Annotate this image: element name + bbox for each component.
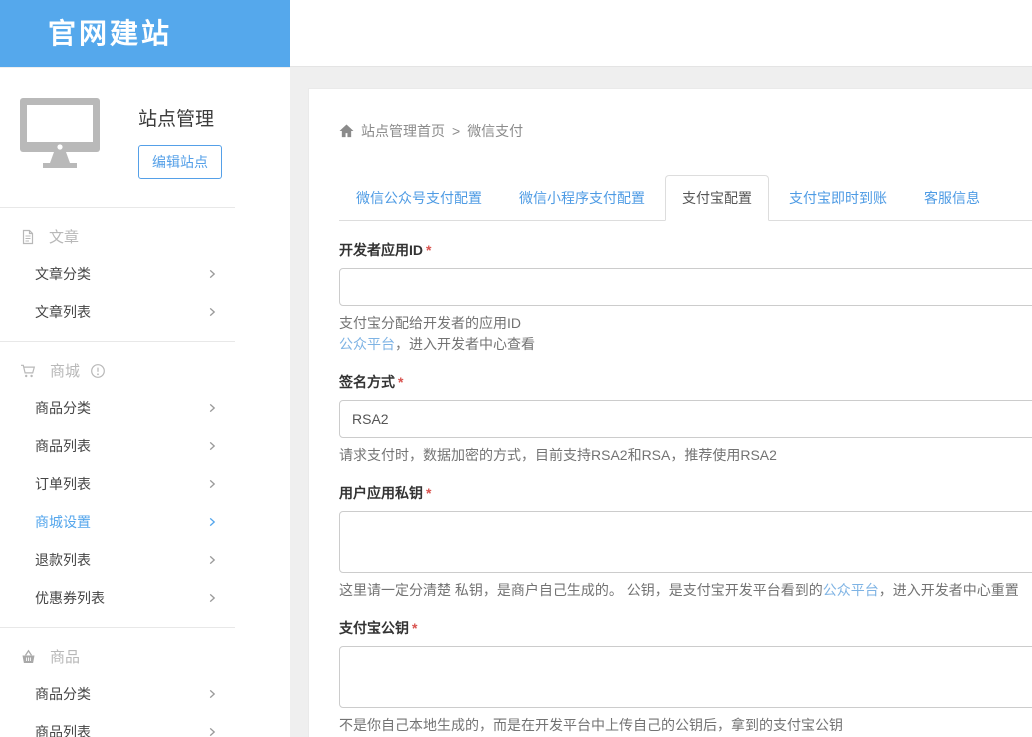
help-text: 不是你自己本地生成的，而是在开发平台中上传自己的公钥后，拿到的支付宝公钥 bbox=[339, 717, 843, 733]
sidebar-item-label: 文章列表 bbox=[35, 302, 91, 322]
sidebar-divider bbox=[0, 207, 235, 208]
field-help-alipay-public-key: 不是你自己本地生成的，而是在开发平台中上传自己的公钥后，拿到的支付宝公钥 bbox=[339, 715, 1032, 736]
tab-alipay-instant-settlement[interactable]: 支付宝即时到账 bbox=[772, 175, 904, 221]
form-group-sign-type: 签名方式* 请求支付时，数据加密的方式，目前支持RSA2和RSA，推荐使用RSA2 bbox=[339, 372, 1032, 466]
field-label-developer-app-id: 开发者应用ID* bbox=[339, 240, 1032, 260]
help-line: 公众平台，进入开发者中心查看 bbox=[339, 334, 1032, 355]
sign-type-input[interactable] bbox=[339, 400, 1032, 438]
sidebar-item-label: 商品分类 bbox=[35, 398, 91, 418]
monitor-icon bbox=[18, 96, 102, 179]
file-icon bbox=[20, 229, 36, 245]
sidebar-item-refund-list[interactable]: 退款列表 bbox=[0, 541, 290, 579]
sidebar-item-goods-category[interactable]: 商品分类 bbox=[0, 675, 290, 713]
help-line: 请求支付时，数据加密的方式，目前支持RSA2和RSA，推荐使用RSA2 bbox=[339, 445, 1032, 466]
breadcrumb-separator: > bbox=[452, 123, 460, 139]
tab-bar: 微信公众号支付配置微信小程序支付配置支付宝配置支付宝即时到账客服信息 bbox=[339, 175, 1032, 221]
sidebar-item-label: 退款列表 bbox=[35, 550, 91, 570]
required-mark: * bbox=[398, 374, 403, 390]
sidebar-section-label: 商品 bbox=[50, 646, 80, 667]
form-group-developer-app-id: 开发者应用ID* 支付宝分配给开发者的应用ID 公众平台，进入开发者中心查看 bbox=[339, 240, 1032, 355]
help-link[interactable]: 公众平台 bbox=[823, 582, 879, 598]
field-label-sign-type: 签名方式* bbox=[339, 372, 1032, 392]
help-line: 支付宝分配给开发者的应用ID bbox=[339, 313, 1032, 334]
sidebar-section-label: 商城 bbox=[50, 360, 80, 381]
chevron-right-icon bbox=[206, 554, 218, 566]
sidebar-item-label: 商品列表 bbox=[35, 436, 91, 456]
sidebar-item-article-category[interactable]: 文章分类 bbox=[0, 255, 290, 293]
site-panel: 站点管理 编辑站点 bbox=[0, 68, 290, 197]
sidebar-divider bbox=[0, 627, 235, 628]
sidebar-divider bbox=[0, 341, 235, 342]
home-icon bbox=[339, 124, 354, 138]
chevron-right-icon bbox=[206, 516, 218, 528]
breadcrumb-home-link[interactable]: 站点管理首页 bbox=[361, 121, 445, 141]
sidebar-item-coupon-list[interactable]: 优惠券列表 bbox=[0, 579, 290, 617]
required-mark: * bbox=[426, 242, 431, 258]
sidebar-item-label: 优惠券列表 bbox=[35, 588, 105, 608]
help-text: 支付宝分配给开发者的应用ID bbox=[339, 315, 521, 331]
help-text: ，进入开发者中心查看 bbox=[395, 336, 535, 352]
sidebar-item-label: 文章分类 bbox=[35, 264, 91, 284]
tab-wechat-miniprogram-pay-config[interactable]: 微信小程序支付配置 bbox=[502, 175, 662, 221]
alipay-public-key-textarea[interactable] bbox=[339, 646, 1032, 708]
sidebar-item-product-list[interactable]: 商品列表 bbox=[0, 427, 290, 465]
cart-icon bbox=[20, 363, 37, 379]
help-line: 这里请一定分清楚 私钥，是商户自己生成的。 公钥，是支付宝开发平台看到的公众平台… bbox=[339, 580, 1032, 601]
chevron-right-icon bbox=[206, 726, 218, 737]
form-group-user-private-key: 用户应用私钥* 这里请一定分清楚 私钥，是商户自己生成的。 公钥，是支付宝开发平台… bbox=[339, 483, 1032, 601]
breadcrumb: 站点管理首页 > 微信支付 bbox=[339, 121, 1032, 141]
chevron-right-icon bbox=[206, 440, 218, 452]
help-text: 这里请一定分清楚 私钥，是商户自己生成的。 公钥，是支付宝开发平台看到的 bbox=[339, 582, 823, 598]
chevron-right-icon bbox=[206, 402, 218, 414]
chevron-right-icon bbox=[206, 688, 218, 700]
breadcrumb-current: 微信支付 bbox=[467, 121, 523, 141]
alert-circle-icon bbox=[90, 363, 106, 379]
sidebar-section-label: 文章 bbox=[49, 226, 79, 247]
form-group-alipay-public-key: 支付宝公钥* 不是你自己本地生成的，而是在开发平台中上传自己的公钥后，拿到的支付宝… bbox=[339, 618, 1032, 736]
required-mark: * bbox=[412, 620, 417, 636]
sidebar-item-goods-list[interactable]: 商品列表 bbox=[0, 713, 290, 737]
tab-wechat-official-pay-config[interactable]: 微信公众号支付配置 bbox=[339, 175, 499, 221]
user-private-key-textarea[interactable] bbox=[339, 511, 1032, 573]
chevron-right-icon bbox=[206, 478, 218, 490]
chevron-right-icon bbox=[206, 306, 218, 318]
payment-config-form: 开发者应用ID*支付宝分配给开发者的应用ID公众平台，进入开发者中心查看签名方式… bbox=[339, 221, 1032, 736]
main-content-card: 站点管理首页 > 微信支付 微信公众号支付配置微信小程序支付配置支付宝配置支付宝… bbox=[308, 88, 1032, 737]
basket-icon bbox=[20, 649, 37, 665]
field-help-developer-app-id: 支付宝分配给开发者的应用ID 公众平台，进入开发者中心查看 bbox=[339, 313, 1032, 355]
help-text: 请求支付时，数据加密的方式，目前支持RSA2和RSA，推荐使用RSA2 bbox=[339, 447, 777, 463]
sidebar-item-label: 商品列表 bbox=[35, 722, 91, 737]
sidebar-item-product-category[interactable]: 商品分类 bbox=[0, 389, 290, 427]
sidebar-section-goods: 商品 bbox=[0, 638, 290, 675]
sidebar-item-article-list[interactable]: 文章列表 bbox=[0, 293, 290, 331]
chevron-right-icon bbox=[206, 592, 218, 604]
sidebar: 站点管理 编辑站点 文章文章分类文章列表商城商品分类商品列表订单列表商城设置退款… bbox=[0, 68, 290, 737]
chevron-right-icon bbox=[206, 268, 218, 280]
tab-customer-service-info[interactable]: 客服信息 bbox=[907, 175, 997, 221]
developer-app-id-input[interactable] bbox=[339, 268, 1032, 306]
brand-logo: 官网建站 bbox=[0, 0, 290, 67]
field-help-user-private-key: 这里请一定分清楚 私钥，是商户自己生成的。 公钥，是支付宝开发平台看到的公众平台… bbox=[339, 580, 1032, 601]
field-help-sign-type: 请求支付时，数据加密的方式，目前支持RSA2和RSA，推荐使用RSA2 bbox=[339, 445, 1032, 466]
field-label-user-private-key: 用户应用私钥* bbox=[339, 483, 1032, 503]
sidebar-item-mall-settings[interactable]: 商城设置 bbox=[0, 503, 290, 541]
edit-site-button[interactable]: 编辑站点 bbox=[138, 145, 222, 179]
site-title: 站点管理 bbox=[138, 104, 222, 131]
help-line: 不是你自己本地生成的，而是在开发平台中上传自己的公钥后，拿到的支付宝公钥 bbox=[339, 715, 1032, 736]
sidebar-item-label: 订单列表 bbox=[35, 474, 91, 494]
sidebar-menu: 文章文章分类文章列表商城商品分类商品列表订单列表商城设置退款列表优惠券列表商品商… bbox=[0, 207, 290, 737]
required-mark: * bbox=[426, 485, 431, 501]
sidebar-section-mall: 商城 bbox=[0, 352, 290, 389]
sidebar-item-label: 商品分类 bbox=[35, 684, 91, 704]
sidebar-item-label: 商城设置 bbox=[35, 512, 91, 532]
sidebar-item-order-list[interactable]: 订单列表 bbox=[0, 465, 290, 503]
field-label-alipay-public-key: 支付宝公钥* bbox=[339, 618, 1032, 638]
help-text: ，进入开发者中心重置 bbox=[879, 582, 1019, 598]
help-link[interactable]: 公众平台 bbox=[339, 336, 395, 352]
tab-alipay-config[interactable]: 支付宝配置 bbox=[665, 175, 769, 221]
sidebar-section-articles: 文章 bbox=[0, 218, 290, 255]
top-header: 官网建站 bbox=[0, 0, 1032, 67]
